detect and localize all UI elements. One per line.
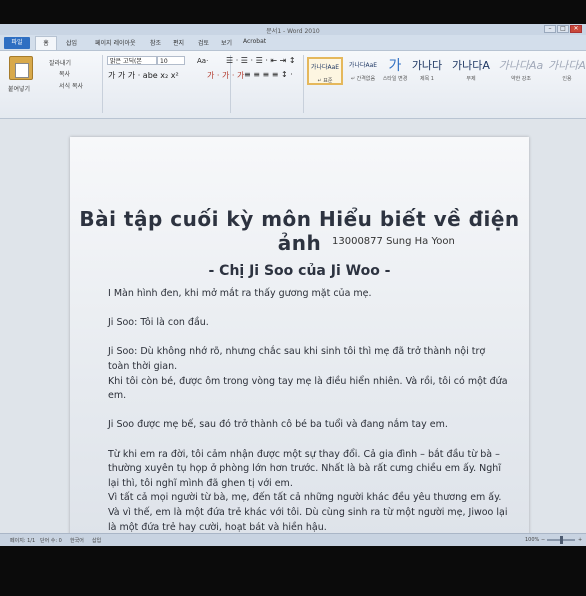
insert-mode[interactable]: 삽입 xyxy=(92,537,101,544)
document-paragraph: Từ khi em ra đời, tôi cảm nhận được một … xyxy=(108,448,508,533)
tab-page-layout[interactable]: 페이지 레이아웃 xyxy=(95,38,136,47)
style-no-spacing[interactable]: 가나다AaE ↵ 간격없음 xyxy=(345,57,381,85)
format-painter-button[interactable]: 서식 복사 xyxy=(59,81,83,90)
change-case-button[interactable]: Aa· xyxy=(197,57,208,65)
tab-mailings[interactable]: 편지 xyxy=(173,38,184,47)
tab-home[interactable]: 홈 xyxy=(35,36,57,50)
paragraph-list-buttons[interactable]: ☰ · ☰ · ☰ · ⇤ ⇥ ↕ xyxy=(226,56,296,65)
tab-insert[interactable]: 삽입 xyxy=(66,38,77,47)
style-quote[interactable]: 가나다Aa 인용 xyxy=(548,57,586,85)
highlight-font-color-buttons[interactable]: 가 · 가 · 가 xyxy=(207,70,244,81)
word-window: 문서1 - Word 2010 – □ ✕ 파일 홈 삽입 페이지 레이아웃 참… xyxy=(0,24,586,546)
tab-view[interactable]: 보기 xyxy=(221,38,232,47)
style-subtitle[interactable]: 가나다A 부제 xyxy=(448,57,494,85)
copy-button[interactable]: 복사 xyxy=(59,69,70,78)
document-page[interactable]: Bài tập cuối kỳ môn Hiểu biết về điện ản… xyxy=(70,137,529,546)
style-subtle-emphasis[interactable]: 가나다Aa 약한 강조 xyxy=(497,57,545,85)
status-bar: 페이지: 1/1 단어 수: 0 한국어 삽입 100% − + xyxy=(0,533,586,546)
document-paragraph: Ji Soo: Tôi là con đầu. xyxy=(108,317,209,329)
zoom-in-button[interactable]: + xyxy=(578,537,582,543)
document-author: 13000877 Sung Ha Yoon xyxy=(332,236,455,247)
paste-icon[interactable] xyxy=(9,56,33,80)
maximize-button[interactable]: □ xyxy=(557,25,569,33)
page-count[interactable]: 페이지: 1/1 xyxy=(10,537,35,544)
cut-button[interactable]: 잘라내기 xyxy=(49,58,71,67)
group-divider xyxy=(102,55,103,113)
group-divider xyxy=(303,55,304,113)
document-paragraph: Ji Soo được mẹ bế, sau đó trở thành cô b… xyxy=(108,419,448,431)
document-paragraph: I Màn hình đen, khi mở mắt ra thấy gương… xyxy=(108,288,372,299)
tab-review[interactable]: 검토 xyxy=(198,38,209,47)
close-button[interactable]: ✕ xyxy=(570,25,582,33)
change-styles-button[interactable]: 가 스타일 변경 xyxy=(381,57,409,85)
style-heading-1[interactable]: 가나다 제목 1 xyxy=(409,57,445,85)
title-bar: 문서1 - Word 2010 – □ ✕ xyxy=(0,24,586,35)
paragraph-align-buttons[interactable]: ≡ ≡ ≡ ≡ ↕ · xyxy=(244,70,293,79)
ribbon-tabs: 파일 홈 삽입 페이지 레이아웃 참조 편지 검토 보기 Acrobat xyxy=(0,35,586,51)
paste-label[interactable]: 붙여넣기 xyxy=(8,84,30,93)
document-subtitle: - Chị Ji Soo của Ji Woo - xyxy=(208,263,391,279)
word-count[interactable]: 단어 수: 0 xyxy=(40,537,62,544)
window-title: 문서1 - Word 2010 xyxy=(266,28,320,35)
zoom-slider-thumb[interactable] xyxy=(560,536,563,544)
tab-references[interactable]: 참조 xyxy=(150,38,161,47)
minimize-button[interactable]: – xyxy=(544,25,556,33)
font-format-buttons[interactable]: 가 가 가 · abe x₂ x² xyxy=(108,70,179,81)
tab-file[interactable]: 파일 xyxy=(4,37,30,49)
style-normal[interactable]: 가나다AaE ↵ 표준 xyxy=(307,57,343,85)
document-title: Bài tập cuối kỳ môn Hiểu biết về điện ản… xyxy=(79,207,520,255)
language-indicator[interactable]: 한국어 xyxy=(70,537,84,544)
zoom-level[interactable]: 100% xyxy=(525,537,539,543)
window-controls: – □ ✕ xyxy=(544,25,582,33)
ribbon: 붙여넣기 잘라내기 복사 서식 복사 맑은 고딕(본 10 Aa· 가 가 가 … xyxy=(0,51,586,119)
font-name-select[interactable]: 맑은 고딕(본 xyxy=(107,56,157,65)
zoom-out-button[interactable]: − xyxy=(541,537,545,543)
document-paragraph: Ji Soo: Dù không nhớ rõ, nhưng chắc sau … xyxy=(108,346,508,402)
tab-acrobat[interactable]: Acrobat xyxy=(243,38,266,45)
font-size-select[interactable]: 10 xyxy=(157,56,185,65)
document-body: I Màn hình đen, khi mở mắt ra thấy gương… xyxy=(108,287,508,546)
